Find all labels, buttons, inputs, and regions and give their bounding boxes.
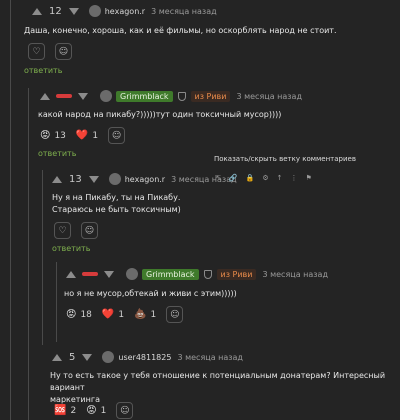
flag-icon[interactable]: ⚑ xyxy=(305,174,311,182)
tooltip: Показать/скрыть ветку комментариев xyxy=(214,155,356,163)
comment-header: 13 hexagon.r 3 месяца назад xyxy=(52,173,237,185)
username[interactable]: user4811825 xyxy=(118,353,171,362)
comment-score: 13 xyxy=(69,173,82,185)
username[interactable]: hexagon.r xyxy=(125,175,165,184)
downvote-icon[interactable] xyxy=(78,92,88,100)
comment-actions: ♡ ☺ xyxy=(54,222,98,239)
add-reaction-icon[interactable]: ☺ xyxy=(116,402,134,419)
reply-link[interactable]: ответить xyxy=(24,66,62,75)
shield-icon xyxy=(203,269,212,279)
comment-text: Даша, конечно, хороша, как и её фильмы, … xyxy=(24,26,337,35)
reaction-count: 18 xyxy=(80,309,92,320)
angry-face-icon: 😡 xyxy=(66,309,77,320)
add-reaction-icon[interactable]: ☺ xyxy=(108,127,126,144)
angry-face-icon: 😡 xyxy=(86,405,97,416)
angry-face-icon: 😡 xyxy=(40,130,51,141)
avatar[interactable] xyxy=(108,173,121,185)
comment-date[interactable]: 3 месяца назад xyxy=(151,7,217,16)
downvote-icon[interactable] xyxy=(82,353,93,361)
poop-icon: 💩 xyxy=(134,309,147,320)
comment-date[interactable]: 3 месяца назад xyxy=(262,270,328,279)
comment-score: 12 xyxy=(49,5,62,17)
reactions: 😡 18 ❤️ 1 💩 1 ☺ xyxy=(66,306,184,323)
comment-text: Ну я на Пикабу, ты на Пикабу. Стараюсь н… xyxy=(52,192,181,216)
comment-text-line: Ну то есть такое у тебя отношение к поте… xyxy=(50,371,386,392)
username[interactable]: hexagon.r xyxy=(105,7,145,16)
settings-icon[interactable]: ⚙ xyxy=(262,174,268,182)
comment-score: 5 xyxy=(69,351,76,363)
avatar[interactable] xyxy=(102,351,115,363)
username[interactable]: Grimmblack xyxy=(116,90,173,102)
avatar[interactable] xyxy=(88,5,101,17)
comment-date[interactable]: 3 месяца назад xyxy=(236,92,302,101)
heart-icon[interactable]: ♡ xyxy=(28,43,45,60)
comment-header: Grimmblack из Риви 3 месяца назад xyxy=(40,90,302,102)
heart-icon: ❤️ xyxy=(101,309,115,320)
avatar[interactable] xyxy=(100,90,112,102)
upvote-icon[interactable] xyxy=(40,92,50,100)
reaction-poop[interactable]: 💩 1 xyxy=(134,309,156,320)
comment-text: но я не мусор,обтекай и живи с этим))))) xyxy=(64,289,237,298)
heart-icon: ❤️ xyxy=(75,130,89,141)
comment-text-line: Стараюсь не быть токсичным) xyxy=(52,205,181,214)
heart-icon[interactable]: ♡ xyxy=(54,222,71,239)
upvote-icon[interactable] xyxy=(32,7,42,15)
up-arrow-icon[interactable]: ↑ xyxy=(277,174,283,182)
upvote-icon[interactable] xyxy=(66,270,76,278)
reaction-heart[interactable]: ❤️ 1 xyxy=(76,130,98,141)
reply-link[interactable]: ответить xyxy=(52,244,90,253)
reply-link[interactable]: ответить xyxy=(38,149,76,158)
reactions: 🆘 2 😡 1 ☺ xyxy=(54,402,134,419)
reaction-count: 1 xyxy=(92,130,99,141)
thread-line[interactable] xyxy=(10,0,11,420)
reaction-count: 1 xyxy=(118,309,125,320)
add-reaction-icon[interactable]: ☺ xyxy=(166,306,184,323)
sos-icon: 🆘 xyxy=(54,405,67,416)
upvote-icon[interactable] xyxy=(52,353,62,361)
lock-icon[interactable]: 🔒 xyxy=(246,174,255,182)
comment-header: Grimmblack из Риви 3 месяца назад xyxy=(66,268,328,280)
collapse-icon[interactable]: ⇱ xyxy=(215,174,221,182)
username[interactable]: Grimmblack xyxy=(142,268,199,280)
downvote-icon[interactable] xyxy=(68,7,79,15)
rating-bar xyxy=(56,94,72,98)
from-badge[interactable]: из Риви xyxy=(216,268,257,280)
more-icon[interactable]: ⋮ xyxy=(290,174,297,182)
reaction-sos[interactable]: 🆘 2 xyxy=(54,405,76,416)
reaction-heart[interactable]: ❤️ 1 xyxy=(102,309,124,320)
reaction-angry[interactable]: 😡 18 xyxy=(66,309,92,320)
shield-icon xyxy=(177,91,186,101)
avatar[interactable] xyxy=(126,268,138,280)
reactions: 😡 13 ❤️ 1 ☺ xyxy=(40,127,126,144)
comment-text-line: Ну я на Пикабу, ты на Пикабу. xyxy=(52,193,181,202)
upvote-icon[interactable] xyxy=(52,175,62,183)
add-reaction-icon[interactable]: ☺ xyxy=(81,222,98,239)
comment-date[interactable]: 3 месяца назад xyxy=(177,353,243,362)
comment-actions: ♡ ☺ xyxy=(28,43,72,60)
comment-toolbar: ⇱ 🔗 🔒 ⚙ ↑ ⋮ ⚑ xyxy=(215,174,312,182)
rating-bar xyxy=(82,272,98,276)
thread-line[interactable] xyxy=(42,170,43,345)
reaction-count: 1 xyxy=(150,309,157,320)
downvote-icon[interactable] xyxy=(88,175,99,183)
thread-line[interactable] xyxy=(28,88,29,420)
reaction-count: 1 xyxy=(100,405,107,416)
comment-header: 5 user4811825 3 месяца назад xyxy=(52,351,243,363)
from-badge[interactable]: из Риви xyxy=(190,90,231,102)
reaction-count: 2 xyxy=(70,405,77,416)
comment-header: 12 hexagon.r 3 месяца назад xyxy=(32,5,217,17)
comment-text: Ну то есть такое у тебя отношение к поте… xyxy=(50,370,395,406)
reaction-count: 13 xyxy=(54,130,66,141)
link-icon[interactable]: 🔗 xyxy=(229,174,238,182)
thread-line[interactable] xyxy=(56,262,57,342)
reaction-angry[interactable]: 😡 1 xyxy=(86,405,106,416)
comment-text: какой народ на пикабу?)))))тут один токс… xyxy=(38,110,282,119)
add-reaction-icon[interactable]: ☺ xyxy=(55,43,72,60)
reaction-angry[interactable]: 😡 13 xyxy=(40,130,66,141)
downvote-icon[interactable] xyxy=(104,270,114,278)
